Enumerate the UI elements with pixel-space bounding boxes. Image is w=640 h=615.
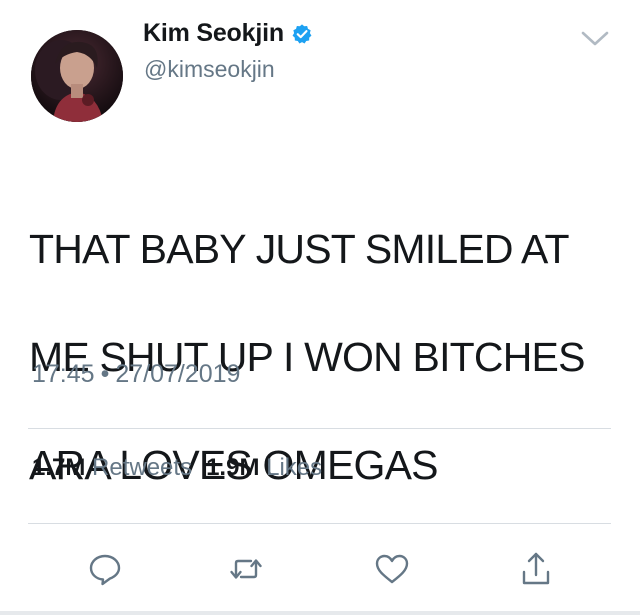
divider	[28, 523, 611, 524]
chevron-down-icon[interactable]	[580, 30, 610, 48]
name-row: Kim Seokjin	[143, 19, 313, 48]
verified-badge-icon	[291, 23, 313, 45]
likes-count: 1.9M	[206, 454, 260, 481]
tweet-date: 27/07/2019	[115, 360, 241, 388]
retweet-icon[interactable]	[227, 550, 265, 588]
tweet-text: THAT BABY JUST SMILED AT ME SHUT UP I WO…	[29, 168, 619, 546]
likes-label: Likes	[266, 454, 323, 481]
tweet-stats: 1.7M Retweets 1.9M Likes	[32, 454, 322, 482]
user-handle[interactable]: @kimseokjin	[144, 56, 275, 83]
retweets-label: Retweets	[92, 454, 193, 481]
retweets-stat[interactable]: 1.7M Retweets	[32, 454, 192, 481]
likes-stat[interactable]: 1.9M Likes	[206, 454, 322, 481]
display-name[interactable]: Kim Seokjin	[143, 19, 284, 48]
bottom-edge	[0, 611, 640, 615]
tweet-line: THAT BABY JUST SMILED AT	[29, 226, 570, 272]
divider	[28, 428, 611, 429]
reply-icon[interactable]	[86, 550, 124, 588]
retweets-count: 1.7M	[32, 454, 86, 481]
tweet-time: 17:45	[32, 360, 95, 388]
heart-icon[interactable]	[373, 550, 411, 588]
separator-dot: •	[100, 360, 110, 388]
avatar[interactable]	[31, 30, 123, 122]
share-icon[interactable]	[517, 550, 555, 588]
tweet-timestamp: 17:45 • 27/07/2019	[32, 360, 240, 389]
